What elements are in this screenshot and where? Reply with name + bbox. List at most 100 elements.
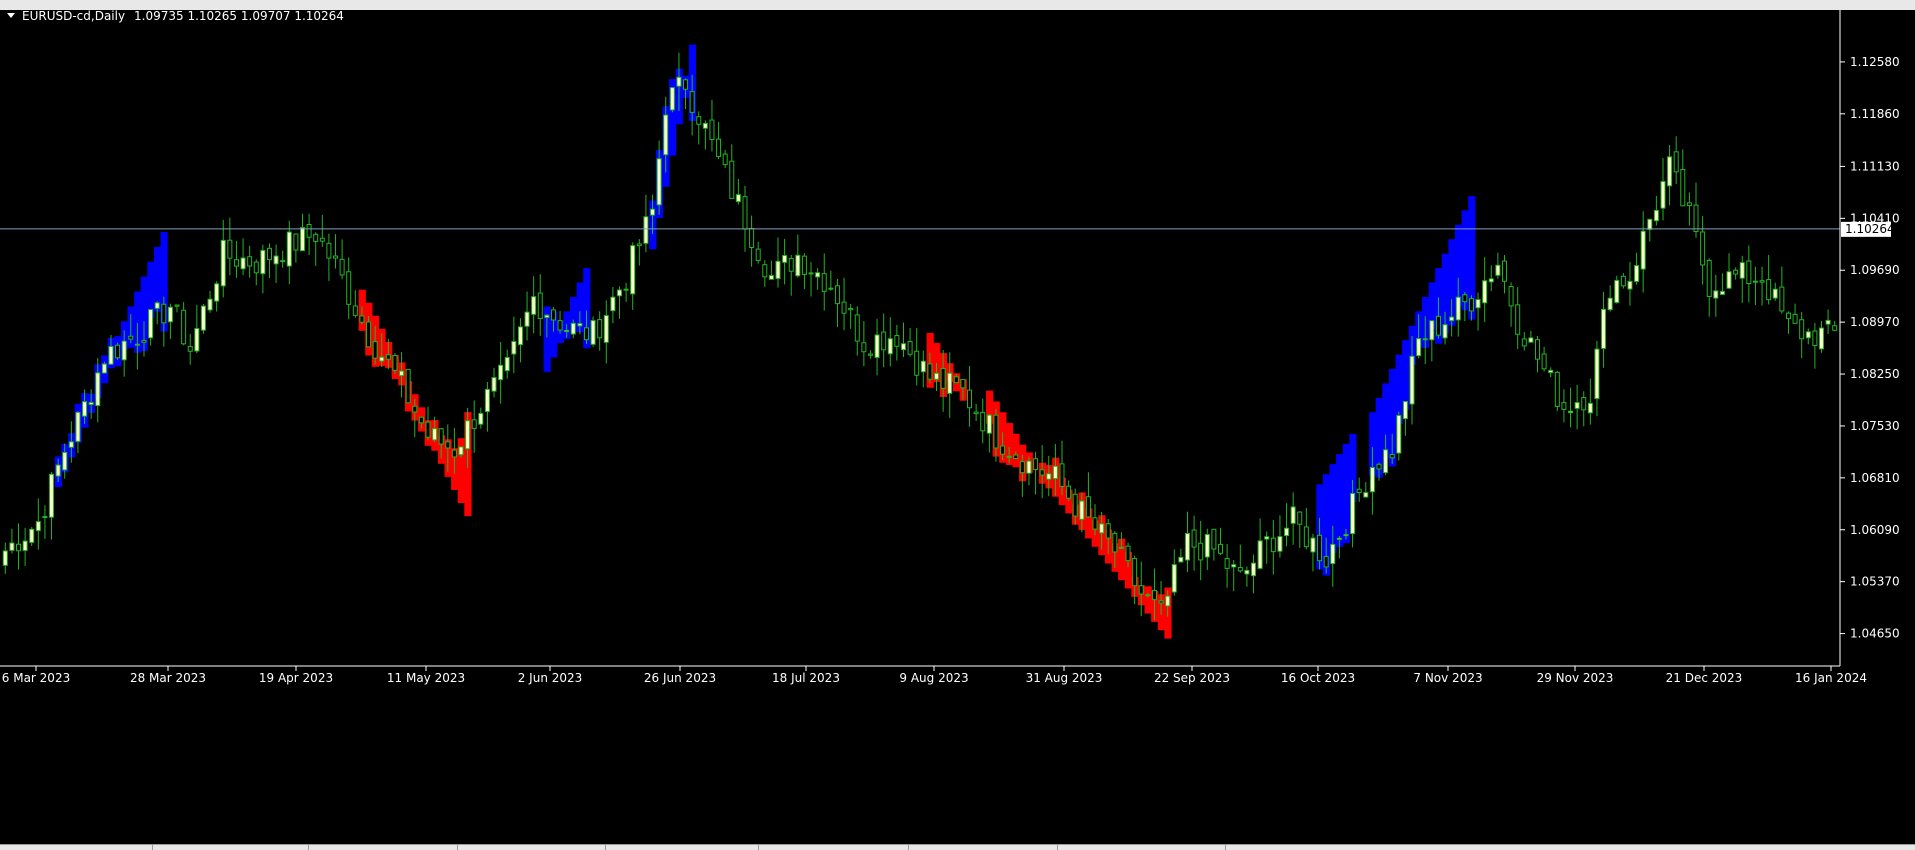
candle-body (220, 239, 226, 287)
candle-body (1713, 290, 1719, 299)
ohlc-values: 1.09735 1.10265 1.09707 1.10264 (134, 10, 344, 23)
candle-body (372, 341, 378, 359)
candle-body (1310, 537, 1316, 553)
time-tick-label: 6 Mar 2023 (2, 671, 70, 685)
candle-body (894, 335, 900, 347)
time-tick-label: 22 Sep 2023 (1154, 671, 1230, 685)
candle-body (1620, 275, 1626, 287)
candle-body (1178, 556, 1184, 563)
candle-body (564, 329, 570, 333)
chart-tab-divider[interactable] (308, 845, 309, 850)
candle-body (1640, 230, 1646, 270)
candle-body (1475, 299, 1481, 309)
candle-body (1132, 558, 1138, 587)
candle-body (1627, 280, 1633, 290)
candle-body (1660, 181, 1666, 209)
candle-body (471, 419, 477, 429)
candle-body (68, 441, 74, 448)
candle-body (187, 345, 193, 352)
candle-body (1746, 260, 1752, 285)
candle-body (55, 464, 61, 477)
time-tick-label: 7 Nov 2023 (1413, 671, 1482, 685)
candle-body (1336, 537, 1342, 540)
candle-body (1488, 278, 1494, 283)
candle-body (1019, 461, 1025, 474)
candle-body (399, 370, 405, 377)
chart-tabs-bar (0, 844, 1915, 850)
candle-body (577, 323, 583, 327)
candle-body (1462, 294, 1468, 303)
candle-body (445, 441, 451, 449)
chart-tab-divider[interactable] (758, 845, 759, 850)
candle-body (1396, 414, 1402, 454)
candle-body (920, 360, 926, 373)
candle-body (696, 116, 702, 125)
candle-body (1442, 324, 1448, 339)
candle-body (834, 285, 840, 305)
candle-body (319, 237, 325, 242)
candle-body (1191, 529, 1197, 548)
candle-body (828, 287, 834, 290)
candle-body (379, 356, 385, 362)
candle-body (1693, 204, 1699, 233)
candle-body (16, 543, 22, 552)
chart-tab-divider[interactable] (457, 845, 458, 850)
candle-body (1548, 369, 1554, 374)
candle-body (755, 248, 761, 262)
chart-window[interactable]: 1.12580 1.11860 1.11130 1.10410 1.09690 1.089… (0, 10, 1915, 844)
candle-body (993, 414, 999, 449)
candle-body (550, 309, 556, 321)
time-tick-label: 21 Dec 2023 (1666, 671, 1743, 685)
candle-body (914, 350, 920, 376)
candle-body (650, 208, 656, 216)
candle-body (1733, 269, 1739, 275)
candle-body (1026, 460, 1032, 474)
candle-body (1363, 492, 1369, 498)
candle-body (161, 303, 167, 324)
candle-body (801, 255, 807, 275)
candle-body (782, 255, 788, 263)
candle-body (1799, 319, 1805, 340)
candle-body (1052, 465, 1058, 480)
time-tick-label: 16 Jan 2024 (1795, 671, 1867, 685)
candle-body (1667, 156, 1673, 187)
candle-body (1257, 540, 1263, 569)
candle-body (1000, 445, 1006, 455)
candle-body (557, 320, 563, 331)
candle-body (174, 304, 180, 307)
candle-body (1376, 463, 1382, 470)
candle-body (986, 414, 992, 434)
candle-body (934, 372, 940, 380)
candle-body (517, 326, 523, 346)
chart-tab-divider[interactable] (605, 845, 606, 850)
candle-body (95, 372, 101, 407)
time-tick-label: 29 Nov 2023 (1537, 671, 1614, 685)
price-chart[interactable]: 1.125801.118601.111301.104101.096901.089… (0, 10, 1915, 844)
price-tick-label: 1.08250 (1850, 367, 1900, 381)
candle-body (1251, 562, 1257, 577)
candle-body (1805, 331, 1811, 339)
candle-body (240, 257, 246, 270)
candle-body (583, 327, 589, 341)
candle-body (425, 421, 431, 438)
candle-body (108, 345, 114, 365)
candle-body (1614, 279, 1620, 303)
candle-body (603, 315, 609, 343)
candle-body (1079, 500, 1085, 520)
candle-body (313, 233, 319, 242)
candle-body (1772, 288, 1778, 299)
chart-header: EURUSD-cd,Daily 1.09735 1.10265 1.09707 … (7, 10, 344, 23)
chart-tab-divider[interactable] (1057, 845, 1058, 850)
chart-tab-divider[interactable] (908, 845, 909, 850)
chart-tab-divider[interactable] (1225, 845, 1226, 850)
candle-body (1449, 316, 1455, 322)
candle-body (286, 231, 292, 267)
candle-body (1151, 589, 1157, 601)
time-tick-label: 26 Jun 2023 (644, 671, 716, 685)
candle-body (280, 260, 286, 263)
chart-tab-divider[interactable] (152, 845, 153, 850)
candle-body (617, 289, 622, 297)
candle-body (1607, 297, 1613, 311)
candle-body (1759, 280, 1765, 283)
candle-body (1059, 463, 1065, 487)
